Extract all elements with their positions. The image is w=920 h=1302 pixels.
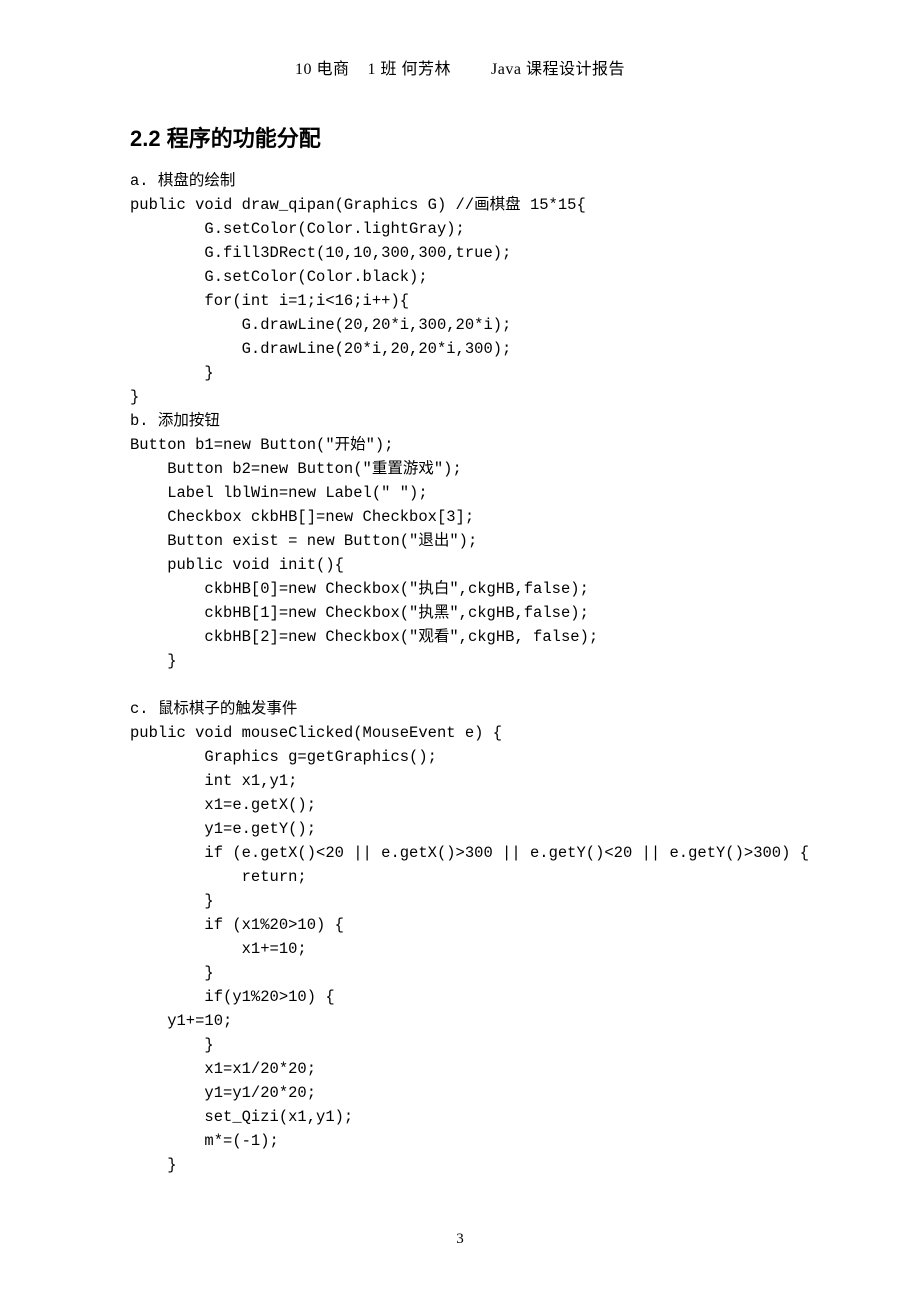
header-left: 10 电商 bbox=[295, 61, 350, 78]
page-header: 10 电商 1 班 何芳林 Java 课程设计报告 bbox=[130, 58, 790, 82]
page-number: 3 bbox=[0, 1228, 920, 1251]
section-heading: 2.2 程序的功能分配 bbox=[130, 122, 790, 155]
header-mid: 1 班 何芳林 bbox=[368, 61, 452, 78]
page: 10 电商 1 班 何芳林 Java 课程设计报告 2.2 程序的功能分配 a. 棋… bbox=[0, 0, 920, 1302]
header-right: Java 课程设计报告 bbox=[491, 61, 625, 78]
code-body: a. 棋盘的绘制 public void draw_qipan(Graphics… bbox=[130, 169, 790, 1177]
